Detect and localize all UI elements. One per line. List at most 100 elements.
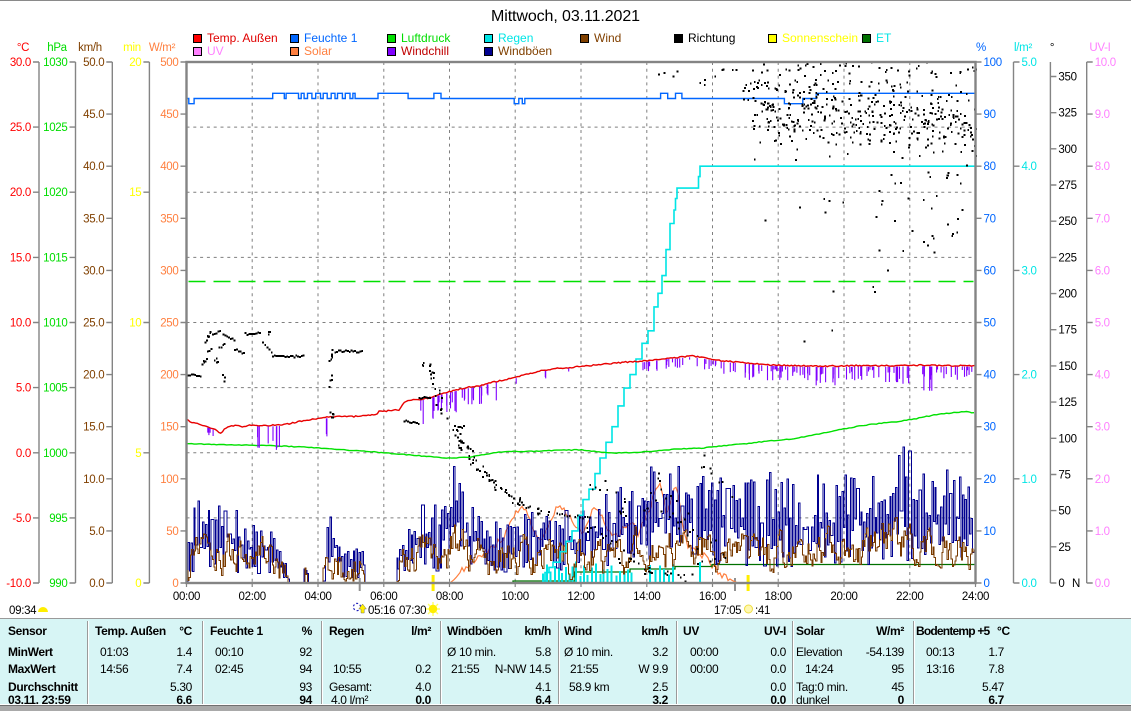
svg-text:325: 325 xyxy=(1058,108,1076,120)
svg-text:990: 990 xyxy=(49,578,67,590)
svg-text:l/m²: l/m² xyxy=(1014,42,1032,54)
svg-text:10:00: 10:00 xyxy=(502,591,529,603)
svg-text:5.0: 5.0 xyxy=(1022,57,1037,69)
svg-text:°C: °C xyxy=(17,42,29,54)
svg-text:0.0: 0.0 xyxy=(16,448,31,460)
svg-text:3.0: 3.0 xyxy=(1022,265,1037,277)
svg-text:2.0: 2.0 xyxy=(1022,370,1037,382)
svg-text:0.0: 0.0 xyxy=(1022,578,1037,590)
svg-text:5: 5 xyxy=(135,448,141,460)
svg-text:14:00: 14:00 xyxy=(633,591,660,603)
svg-text:300: 300 xyxy=(160,265,178,277)
svg-text:06:00: 06:00 xyxy=(370,591,397,603)
svg-text:10.0: 10.0 xyxy=(1095,57,1116,69)
svg-text:07:30: 07:30 xyxy=(399,605,426,617)
svg-text:4.0: 4.0 xyxy=(1095,370,1110,382)
svg-text:100: 100 xyxy=(1058,433,1076,445)
svg-text:1020: 1020 xyxy=(43,187,67,199)
svg-text:20.0: 20.0 xyxy=(10,187,31,199)
svg-text:5.0: 5.0 xyxy=(1095,318,1110,330)
svg-text:40: 40 xyxy=(984,370,996,382)
svg-text:6.0: 6.0 xyxy=(1095,265,1110,277)
svg-text:200: 200 xyxy=(1058,289,1076,301)
svg-text:50.0: 50.0 xyxy=(83,57,104,69)
svg-text:16:00: 16:00 xyxy=(699,591,726,603)
svg-text:400: 400 xyxy=(160,161,178,173)
svg-text:1030: 1030 xyxy=(43,57,67,69)
svg-text:5.0: 5.0 xyxy=(89,526,104,538)
svg-text:04:00: 04:00 xyxy=(304,591,331,603)
svg-text:2.0: 2.0 xyxy=(1095,474,1110,486)
svg-text:80: 80 xyxy=(984,161,996,173)
svg-text:50: 50 xyxy=(1058,506,1070,518)
svg-text:15: 15 xyxy=(129,187,141,199)
svg-text:40.0: 40.0 xyxy=(83,161,104,173)
svg-text:100: 100 xyxy=(984,57,1002,69)
svg-text:60: 60 xyxy=(984,265,996,277)
svg-text:10.0: 10.0 xyxy=(10,318,31,330)
svg-text:150: 150 xyxy=(1058,361,1076,373)
svg-text:0: 0 xyxy=(172,578,178,590)
svg-text:30: 30 xyxy=(984,422,996,434)
svg-text:995: 995 xyxy=(49,513,67,525)
svg-text:250: 250 xyxy=(160,318,178,330)
svg-text:1000: 1000 xyxy=(43,448,67,460)
svg-text:0.0: 0.0 xyxy=(1095,578,1110,590)
svg-text:20.0: 20.0 xyxy=(83,370,104,382)
svg-text:1010: 1010 xyxy=(43,318,67,330)
svg-text:20: 20 xyxy=(984,474,996,486)
svg-text:15.0: 15.0 xyxy=(83,422,104,434)
svg-text:4.0: 4.0 xyxy=(1022,161,1037,173)
svg-text:350: 350 xyxy=(160,213,178,225)
svg-text:90: 90 xyxy=(984,109,996,121)
svg-text:50: 50 xyxy=(984,318,996,330)
svg-text:-5.0: -5.0 xyxy=(12,513,31,525)
svg-text:15.0: 15.0 xyxy=(10,252,31,264)
svg-text:300: 300 xyxy=(1058,144,1076,156)
svg-text:35.0: 35.0 xyxy=(83,213,104,225)
svg-text:09:34: 09:34 xyxy=(9,605,37,617)
svg-text:50: 50 xyxy=(166,526,178,538)
svg-text:450: 450 xyxy=(160,109,178,121)
svg-text:10: 10 xyxy=(984,526,996,538)
svg-text:5.0: 5.0 xyxy=(16,383,31,395)
svg-text:250: 250 xyxy=(1058,216,1076,228)
svg-text:0: 0 xyxy=(1058,578,1064,590)
svg-text:275: 275 xyxy=(1058,180,1076,192)
svg-text:UV-I: UV-I xyxy=(1089,42,1110,54)
svg-text:45.0: 45.0 xyxy=(83,109,104,121)
svg-text:0.0: 0.0 xyxy=(89,578,104,590)
svg-text:00:00: 00:00 xyxy=(173,591,200,603)
svg-text:22:00: 22:00 xyxy=(896,591,923,603)
svg-text:05:16: 05:16 xyxy=(368,605,395,617)
svg-text:30.0: 30.0 xyxy=(10,57,31,69)
svg-text:%: % xyxy=(976,42,986,54)
svg-text:min: min xyxy=(123,42,141,54)
svg-text:8.0: 8.0 xyxy=(1095,161,1110,173)
svg-text:N: N xyxy=(1072,578,1080,590)
svg-text:10: 10 xyxy=(129,318,141,330)
svg-text:20: 20 xyxy=(129,57,141,69)
svg-text:175: 175 xyxy=(1058,325,1076,337)
svg-text:1015: 1015 xyxy=(43,252,67,264)
svg-text:W/m²: W/m² xyxy=(149,42,176,54)
svg-text::41: :41 xyxy=(755,605,770,617)
svg-text:25.0: 25.0 xyxy=(83,318,104,330)
svg-text:1025: 1025 xyxy=(43,122,67,134)
svg-text:12:00: 12:00 xyxy=(567,591,594,603)
svg-text:200: 200 xyxy=(160,370,178,382)
svg-text:500: 500 xyxy=(160,57,178,69)
svg-text:1.0: 1.0 xyxy=(1095,526,1110,538)
svg-text:24:00: 24:00 xyxy=(962,591,989,603)
svg-text:hPa: hPa xyxy=(47,42,67,54)
svg-text:-10.0: -10.0 xyxy=(6,578,31,590)
svg-text:0: 0 xyxy=(984,578,990,590)
svg-text:3.0: 3.0 xyxy=(1095,422,1110,434)
svg-text:1005: 1005 xyxy=(43,383,67,395)
svg-text:10.0: 10.0 xyxy=(83,474,104,486)
svg-text:25.0: 25.0 xyxy=(10,122,31,134)
svg-text:350: 350 xyxy=(1058,72,1076,84)
svg-text:km/h: km/h xyxy=(78,42,102,54)
svg-text:1.0: 1.0 xyxy=(1022,474,1037,486)
svg-text:225: 225 xyxy=(1058,252,1076,264)
